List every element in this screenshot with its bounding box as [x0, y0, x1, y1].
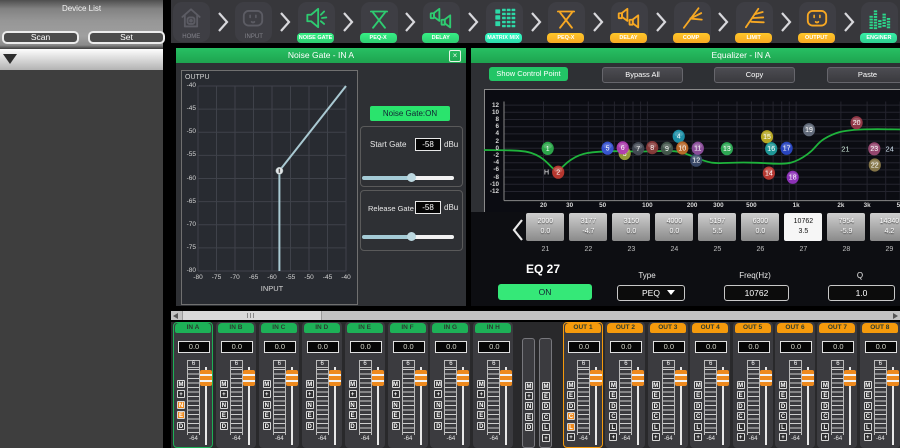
svg-text:20: 20 — [853, 120, 861, 127]
svg-text:8: 8 — [650, 145, 654, 152]
svg-text:18: 18 — [789, 175, 797, 182]
svg-text:11: 11 — [694, 146, 701, 153]
svg-text:6: 6 — [621, 145, 625, 152]
svg-text:4: 4 — [677, 134, 681, 141]
svg-text:14: 14 — [765, 171, 773, 178]
svg-text:H: H — [544, 170, 549, 177]
svg-text:24: 24 — [886, 144, 894, 153]
svg-text:21: 21 — [841, 144, 849, 153]
svg-text:9: 9 — [665, 146, 669, 153]
svg-text:10: 10 — [678, 145, 686, 152]
svg-text:12: 12 — [692, 158, 700, 165]
svg-text:1: 1 — [546, 146, 550, 153]
svg-text:2: 2 — [556, 170, 560, 177]
svg-text:19: 19 — [805, 127, 813, 134]
svg-text:23: 23 — [870, 146, 878, 153]
svg-text:5: 5 — [606, 146, 610, 153]
svg-text:15: 15 — [763, 134, 771, 141]
svg-text:13: 13 — [723, 146, 731, 153]
svg-text:17: 17 — [783, 146, 791, 153]
svg-text:16: 16 — [767, 146, 775, 153]
svg-text:22: 22 — [871, 162, 879, 169]
svg-text:7: 7 — [636, 146, 640, 153]
